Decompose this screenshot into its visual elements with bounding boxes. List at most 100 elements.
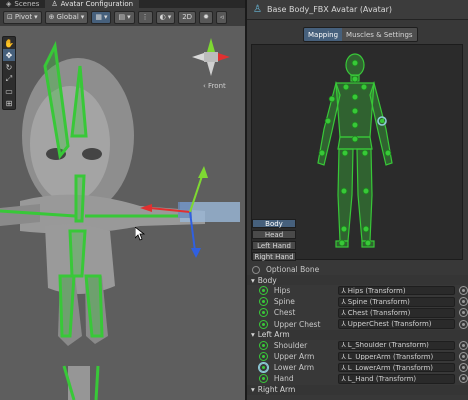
transform-tools: ✋ ✥ ↻ ⤢ ▭ ⊞ <box>2 36 16 110</box>
object-picker-icon[interactable] <box>459 297 468 307</box>
group-left-arm-label: Left Arm <box>257 330 290 340</box>
bone-field-value: L_Hand (Transform) <box>347 374 417 383</box>
tab-avatar-configuration[interactable]: ♙ Avatar Configuration <box>45 0 140 8</box>
bone-field[interactable]: ⅄ L_Shoulder (Transform) <box>337 340 456 351</box>
transform-icon: ⅄ <box>341 308 346 317</box>
head-button[interactable]: Head <box>252 230 296 239</box>
scene-toolbar: ⊡ Pivot ▾ ⊕ Global ▾ ▦ ▾ ▤ ▾ ⋮ ◐ ▾ 2D ✹ … <box>0 8 245 26</box>
bone-status-icon[interactable] <box>259 286 268 296</box>
tab-mapping[interactable]: Mapping <box>304 28 343 41</box>
bone-row: Spine ⅄ Spine (Transform) <box>247 296 468 307</box>
transform-tool-icon[interactable]: ⊞ <box>3 97 15 109</box>
bone-row: Hand ⅄ L_Hand (Transform) <box>247 373 468 384</box>
object-picker-icon[interactable] <box>459 363 468 373</box>
body-button[interactable]: Body <box>252 219 296 228</box>
light-icon[interactable]: ✹ <box>199 10 213 24</box>
shading-mode-button[interactable]: ◐ ▾ <box>155 10 176 24</box>
object-picker-icon[interactable] <box>459 374 468 384</box>
unity-editor: ◈ Scenes ♙ Avatar Configuration ⊡ Pivot … <box>0 0 468 400</box>
group-right-arm-label: Right Arm <box>257 385 296 394</box>
bone-label: Shoulder <box>273 340 308 350</box>
sphere-icon: ◐ <box>159 13 166 21</box>
hand-tool-icon[interactable]: ✋ <box>3 37 15 49</box>
optional-bone-label: Optional Bone <box>266 265 320 274</box>
global-dropdown[interactable]: ⊕ Global ▾ <box>44 10 89 24</box>
bone-status-icon[interactable] <box>259 319 268 329</box>
tab-scenes-label: Scenes <box>14 0 40 8</box>
transform-icon: ⅄ <box>341 286 346 295</box>
unity-icon: ◈ <box>6 0 12 8</box>
bone-field[interactable]: ⅄ Hips (Transform) <box>337 285 456 296</box>
object-picker-icon[interactable] <box>459 286 468 296</box>
bone-row: Hips ⅄ Hips (Transform) <box>247 285 468 296</box>
foldout-arrow-icon: ▾ <box>251 330 255 340</box>
inspector-header: ♙ Base Body_FBX Avatar (Avatar) <box>247 0 468 20</box>
pivot-icon: ⊡ <box>7 13 13 21</box>
bone-field-value: L_UpperArm (Transform) <box>347 352 434 361</box>
object-picker-icon[interactable] <box>459 308 468 318</box>
transform-icon: ⅄ <box>341 363 346 372</box>
2d-toggle[interactable]: 2D <box>178 10 197 24</box>
transform-icon: ⅄ <box>341 374 346 383</box>
transform-icon: ⅄ <box>341 320 346 329</box>
bone-field[interactable]: ⅄ UpperChest (Transform) <box>337 319 456 329</box>
pivot-label: Pivot <box>14 13 33 21</box>
bone-row: Upper Chest ⅄ UpperChest (Transform) <box>247 319 468 330</box>
scene-view[interactable]: ✋ ✥ ↻ ⤢ ▭ ⊞ ‹ Front <box>0 26 245 400</box>
bone-status-icon[interactable] <box>259 297 268 307</box>
bone-mapping-list: ▾ Body Hips ⅄ Hips (Transform) Spine ⅄ Spi… <box>247 275 468 395</box>
snap-increment-button[interactable]: ▤ ▾ <box>114 10 135 24</box>
bone-row-selected: Lower Arm ⅄ L_LowerArm (Transform) <box>247 362 468 373</box>
scale-tool-icon[interactable]: ⤢ <box>3 73 15 85</box>
group-left-arm[interactable]: ▾ Left Arm <box>247 329 468 340</box>
bone-label: Hips <box>273 286 291 296</box>
bone-label: Chest <box>273 308 296 318</box>
tab-bar: ◈ Scenes ♙ Avatar Configuration <box>0 0 245 8</box>
bone-status-icon[interactable] <box>259 340 268 350</box>
snap-icon: ▤ <box>118 13 126 21</box>
audio-icon[interactable]: ◃ <box>215 10 228 24</box>
tab-avatar-configuration-label: Avatar Configuration <box>60 0 134 8</box>
bone-field[interactable]: ⅄ L_LowerArm (Transform) <box>337 362 456 373</box>
tab-scenes[interactable]: ◈ Scenes <box>0 0 45 8</box>
bone-field[interactable]: ⅄ L_Hand (Transform) <box>337 374 456 384</box>
object-picker-icon[interactable] <box>459 319 468 329</box>
chevron-down-icon: ▾ <box>127 13 131 21</box>
bone-row: Shoulder ⅄ L_Shoulder (Transform) <box>247 340 468 351</box>
more-icon[interactable]: ⋮ <box>137 10 153 24</box>
bone-field[interactable]: ⅄ L_UpperArm (Transform) <box>337 351 456 362</box>
right-hand-button[interactable]: Right Hand <box>252 252 296 261</box>
pivot-dropdown[interactable]: ⊡ Pivot ▾ <box>3 10 42 24</box>
rotate-tool-icon[interactable]: ↻ <box>3 61 15 73</box>
bone-status-icon[interactable] <box>259 308 268 318</box>
bone-label: Spine <box>273 297 295 307</box>
chevron-down-icon: ▾ <box>34 13 38 21</box>
rect-tool-icon[interactable]: ▭ <box>3 85 15 97</box>
global-label: Global <box>56 13 79 21</box>
move-tool-icon[interactable]: ✥ <box>3 49 15 61</box>
group-body[interactable]: ▾ Body <box>247 275 468 285</box>
bone-row: Chest ⅄ Chest (Transform) <box>247 307 468 318</box>
mouse-cursor-icon <box>135 227 145 241</box>
object-picker-icon[interactable] <box>459 352 468 362</box>
chevron-down-icon: ▾ <box>80 13 85 21</box>
transform-icon: ⅄ <box>341 341 346 350</box>
mapping-tabs: Mapping Muscles & Settings <box>303 27 418 42</box>
left-hand-button[interactable]: Left Hand <box>252 241 296 250</box>
tab-muscles-settings[interactable]: Muscles & Settings <box>342 28 417 41</box>
group-right-arm[interactable]: ▾ Right Arm <box>247 384 468 395</box>
bone-field[interactable]: ⅄ Spine (Transform) <box>337 297 456 307</box>
avatar-icon: ♙ <box>253 4 262 15</box>
bone-field-value: L_Shoulder (Transform) <box>347 341 429 350</box>
optional-bone-legend: Optional Bone <box>252 265 319 274</box>
bone-status-icon[interactable] <box>259 352 268 362</box>
bone-field-value: Chest (Transform) <box>347 308 411 317</box>
bone-status-icon[interactable] <box>259 363 268 373</box>
view-orientation-label: ‹ Front <box>203 82 226 90</box>
object-picker-icon[interactable] <box>459 340 468 350</box>
grid-snap-button[interactable]: ▦ ▾ <box>91 10 112 24</box>
bone-field[interactable]: ⅄ Chest (Transform) <box>337 308 456 318</box>
bone-status-icon[interactable] <box>259 374 268 384</box>
foldout-arrow-icon: ▾ <box>251 385 255 394</box>
optional-bone-icon <box>252 265 260 274</box>
